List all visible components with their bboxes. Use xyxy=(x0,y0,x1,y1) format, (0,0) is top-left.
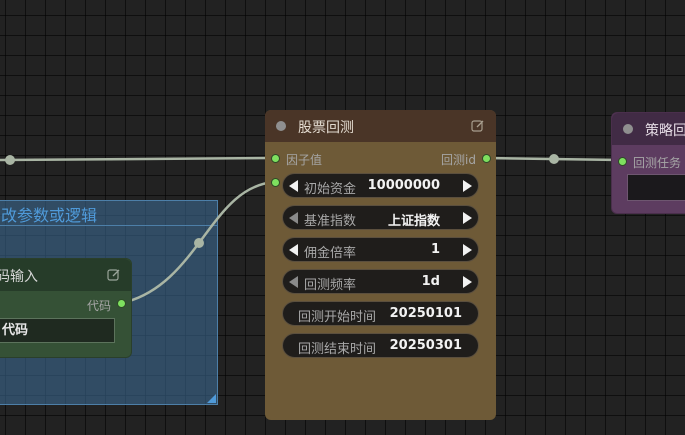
edit-icon[interactable] xyxy=(471,119,485,133)
widget-value: 20250101 xyxy=(389,306,462,321)
wire-backtest-to-strategy xyxy=(484,156,622,162)
widget-label: 佣金倍率 xyxy=(304,246,357,261)
code-input-node[interactable]: 码输入 代码 代码 xyxy=(0,258,132,358)
input-slot-label: 因子值 xyxy=(286,153,323,167)
widget-backtest-frequency[interactable]: 回测频率 1d xyxy=(282,269,479,294)
widget-value: 1 xyxy=(430,242,440,257)
input-slot-label: 回测任务 xyxy=(633,156,682,170)
code-field[interactable]: 代码 xyxy=(0,318,115,343)
wire-midpoint xyxy=(5,155,15,165)
group-title[interactable]: 改参数或逻辑 xyxy=(1,202,97,226)
strategy-backtest-node[interactable]: 策略回 回测任务 xyxy=(611,112,685,214)
stock-backtest-node[interactable]: 股票回测 因子值 回测id xyxy=(265,110,496,420)
decrement-arrow-icon[interactable] xyxy=(289,180,298,192)
widget-value: 10000000 xyxy=(367,178,440,193)
widget-commission-rate[interactable]: 佣金倍率 1 xyxy=(282,237,479,262)
widget-label: 基准指数 xyxy=(304,214,357,229)
node-title: 码输入 xyxy=(0,269,38,285)
node-header[interactable]: 策略回 xyxy=(612,113,685,145)
input-slot-factor[interactable] xyxy=(271,154,280,163)
edit-icon[interactable] xyxy=(107,268,121,282)
increment-arrow-icon[interactable] xyxy=(463,244,472,256)
group-resize-handle[interactable] xyxy=(207,394,216,403)
widget-benchmark-index[interactable]: 基准指数 上证指数 xyxy=(282,205,479,230)
input-slot-capital[interactable] xyxy=(271,178,280,187)
widget-value: 20250301 xyxy=(389,338,462,353)
wire-midpoint xyxy=(549,154,559,164)
strategy-field[interactable] xyxy=(627,174,685,201)
widget-label: 回测开始时间 xyxy=(298,310,377,325)
collapse-dot-icon[interactable] xyxy=(276,121,286,131)
next-arrow-icon[interactable] xyxy=(463,276,472,288)
increment-arrow-icon[interactable] xyxy=(463,180,472,192)
node-header[interactable]: 码输入 xyxy=(0,259,131,291)
next-arrow-icon[interactable] xyxy=(463,212,472,224)
node-header[interactable]: 股票回测 xyxy=(265,110,496,142)
decrement-arrow-icon[interactable] xyxy=(289,244,298,256)
widget-start-date[interactable]: 回测开始时间 20250101 xyxy=(282,301,479,326)
widget-label: 回测频率 xyxy=(304,278,357,293)
output-slot-label: 回测id xyxy=(441,153,476,167)
previous-arrow-icon[interactable] xyxy=(289,276,298,288)
previous-arrow-icon[interactable] xyxy=(289,212,298,224)
widget-end-date[interactable]: 回测结束时间 20250301 xyxy=(282,333,479,358)
node-title: 策略回 xyxy=(645,123,685,139)
group-divider xyxy=(0,225,217,226)
widget-initial-capital[interactable]: 初始资金 10000000 xyxy=(282,173,479,198)
widget-label: 回测结束时间 xyxy=(298,342,377,357)
widget-label: 初始资金 xyxy=(304,182,357,197)
wire-factor-input xyxy=(0,156,277,162)
input-slot-task[interactable] xyxy=(618,157,627,166)
node-title: 股票回测 xyxy=(298,120,354,136)
widget-value: 上证指数 xyxy=(387,214,440,229)
output-slot[interactable] xyxy=(117,299,126,308)
output-slot-backtest-id[interactable] xyxy=(482,154,491,163)
collapse-dot-icon[interactable] xyxy=(623,124,633,134)
widget-value: 1d xyxy=(421,274,440,289)
output-slot-label: 代码 xyxy=(86,299,111,313)
